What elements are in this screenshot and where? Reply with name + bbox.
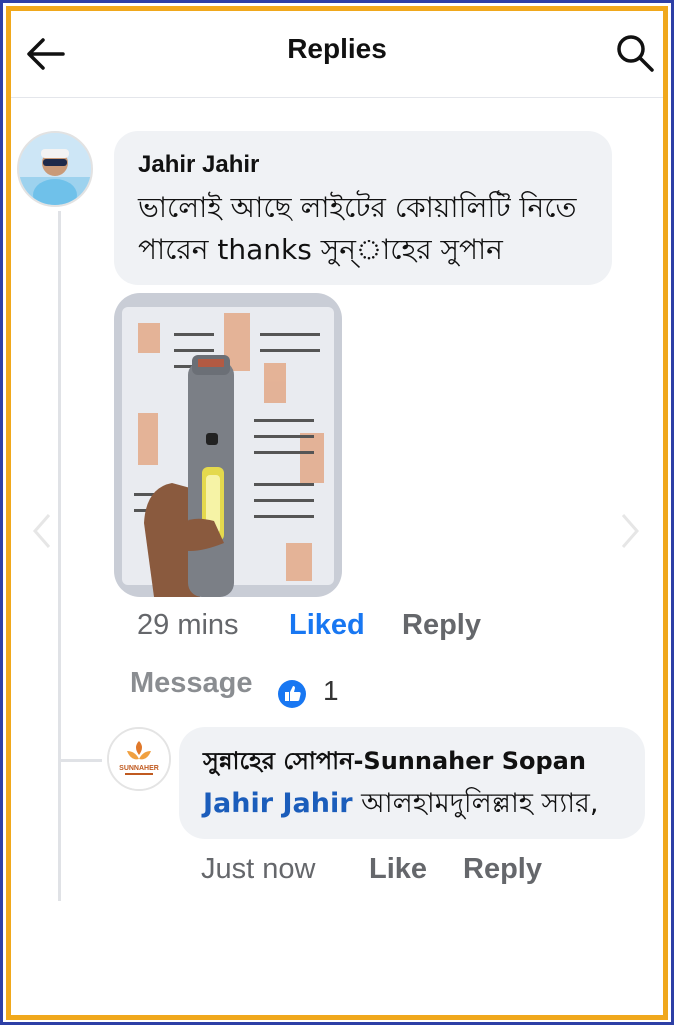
comment-text: ভালোই আছে লাইটের কোয়ালিটি নিতে পারেন th… (138, 191, 577, 266)
comment-time: 29 mins (137, 609, 239, 641)
comment-photo[interactable] (114, 293, 342, 597)
mention-link[interactable]: Jahir Jahir (203, 788, 353, 819)
liked-button[interactable]: Liked (289, 609, 365, 642)
outer-frame: Replies Jahir Jahir ভালোই আছে লাইটের কোয… (0, 0, 674, 1025)
like-button[interactable]: Like (369, 853, 427, 886)
message-button[interactable]: Message (130, 667, 253, 700)
flashlight-photo-image (114, 293, 342, 597)
comment-author[interactable]: Jahir Jahir (138, 151, 259, 179)
avatar[interactable] (17, 131, 93, 207)
reaction-count: 1 (323, 675, 339, 706)
page-title: Replies (287, 33, 387, 64)
reply-button[interactable]: Reply (463, 853, 542, 886)
user-avatar-icon (19, 133, 91, 205)
comment-bubble: Jahir Jahir ভালোই আছে লাইটের কোয়ালিটি ন… (114, 131, 612, 285)
reply-button[interactable]: Reply (402, 609, 481, 642)
sunnaher-logo-icon: SUNNAHER (109, 729, 169, 789)
reply-text: আলহামদুলিল্লাহ স্যার, (361, 788, 599, 819)
reply-text-line: Jahir Jahir আলহামদুলিল্লাহ স্যার, (203, 783, 599, 828)
reply-connector (58, 759, 102, 762)
reply-author[interactable]: সুন্নাহের সোপান-Sunnaher Sopan (203, 743, 586, 783)
thread-line (58, 211, 61, 901)
chevron-left-icon[interactable] (27, 511, 57, 551)
avatar[interactable]: SUNNAHER (107, 727, 171, 791)
phone-screen: Replies Jahir Jahir ভালোই আছে লাইটের কোয… (6, 6, 668, 1020)
chevron-right-icon[interactable] (615, 511, 645, 551)
like-reaction-icon[interactable] (277, 679, 307, 709)
search-icon[interactable] (613, 31, 657, 75)
reply-bubble: সুন্নাহের সোপান-Sunnaher Sopan Jahir Jah… (179, 727, 645, 839)
reply-time: Just now (201, 853, 316, 885)
logo-text: SUNNAHER (119, 765, 159, 772)
top-bar: Replies (11, 11, 663, 98)
